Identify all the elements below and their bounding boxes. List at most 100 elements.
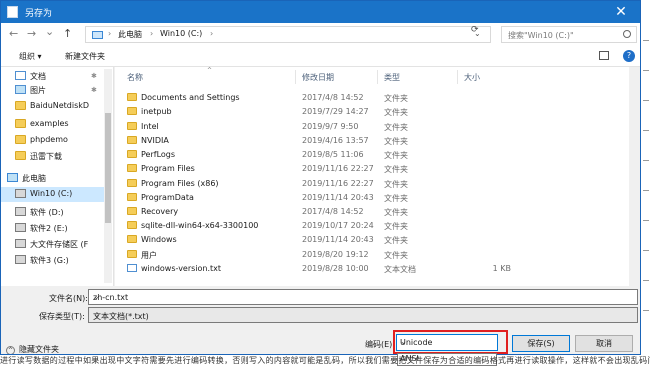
view-options-icon[interactable] <box>599 51 609 60</box>
new-folder-button[interactable]: 新建文件夹 <box>65 51 105 62</box>
background-document-edge <box>641 0 650 355</box>
search-icon <box>623 30 631 38</box>
file-date: 2017/4/8 14:52 <box>302 207 364 216</box>
file-date: 2019/8/5 11:06 <box>302 150 364 159</box>
cancel-button[interactable]: 取消 <box>575 335 633 352</box>
list-item[interactable]: Windows 2019/11/14 20:43 文件夹 <box>127 232 627 246</box>
file-type: 文件夹 <box>384 137 408 146</box>
list-item[interactable]: Documents and Settings 2017/4/8 14:52 文件夹 <box>127 90 627 104</box>
file-date: 2019/4/16 13:57 <box>302 136 369 145</box>
file-name: windows-version.txt <box>141 264 222 273</box>
search-input[interactable]: 搜索"Win10 (C:)" <box>501 26 637 43</box>
file-list: ^ 名称 修改日期 类型 大小 Documents and Settings 20… <box>115 67 629 286</box>
folder-icon <box>127 150 137 158</box>
list-item[interactable]: Recovery 2017/4/8 14:52 文件夹 <box>127 204 627 218</box>
sidebar-item-label: 文档 <box>30 72 46 81</box>
list-item[interactable]: PerfLogs 2019/8/5 11:06 文件夹 <box>127 147 627 161</box>
folder-icon <box>127 193 137 201</box>
file-name: PerfLogs <box>141 150 176 159</box>
close-button[interactable]: ✕ <box>602 1 640 23</box>
file-date: 2019/7/29 14:27 <box>302 107 369 116</box>
sidebar-item-label: 迅雷下载 <box>30 152 62 161</box>
sidebar-item-label: 软件2 (E:) <box>30 224 68 233</box>
navigation-pane: 文档 ✱ 图片 ✱ BaiduNetdiskD examples phpdemo… <box>1 67 114 286</box>
list-item[interactable]: Program Files 2019/11/16 22:27 文件夹 <box>127 161 627 175</box>
breadcrumb-separator-icon: › <box>150 29 154 38</box>
notepad-icon <box>7 6 18 18</box>
up-button[interactable]: ↑ <box>63 27 72 40</box>
forward-button[interactable]: → <box>27 27 36 40</box>
breadcrumb-separator-icon: › <box>210 29 214 38</box>
file-type: 文件夹 <box>384 108 408 117</box>
folder-icon <box>15 151 26 160</box>
file-type: 文件夹 <box>384 208 408 217</box>
folder-icon <box>127 250 137 258</box>
filename-input[interactable]: zh-cn.txt ⌄ <box>88 289 638 305</box>
address-bar[interactable]: › 此电脑 › Win10 (C:) › ⌄ <box>85 26 491 43</box>
file-date: 2019/9/7 9:50 <box>302 122 359 131</box>
back-button[interactable]: ← <box>9 27 18 40</box>
drive-icon <box>15 255 26 264</box>
file-name: Recovery <box>141 207 179 216</box>
file-name: Program Files (x86) <box>141 179 219 188</box>
save-button[interactable]: 保存(S) <box>512 335 570 352</box>
organize-button[interactable]: 组织 ▾ <box>19 51 42 62</box>
sidebar-scrollbar[interactable] <box>104 69 112 283</box>
picture-icon <box>15 85 26 94</box>
column-divider[interactable] <box>377 70 378 84</box>
filetype-select[interactable]: 文本文档(*.txt) ⌄ <box>88 307 638 323</box>
list-item[interactable]: Intel 2019/9/7 9:50 文件夹 <box>127 119 627 133</box>
chevron-down-icon[interactable]: ⌄ <box>93 292 633 301</box>
help-icon[interactable]: ? <box>623 50 635 62</box>
highlight-box <box>393 330 508 354</box>
chevron-down-icon[interactable]: ⌄ <box>93 310 633 319</box>
file-name: sqlite-dll-win64-x64-3300100 <box>141 221 259 230</box>
breadcrumb-this-pc[interactable]: 此电脑 <box>118 29 142 40</box>
file-type: 文件夹 <box>384 251 408 260</box>
file-type: 文件夹 <box>384 194 408 203</box>
drive-icon <box>15 239 26 248</box>
sidebar-item-label: 软件 (D:) <box>30 208 64 217</box>
column-header-type[interactable]: 类型 <box>384 72 400 83</box>
list-item[interactable]: Program Files (x86) 2019/11/16 22:27 文件夹 <box>127 176 627 190</box>
folder-icon <box>127 221 137 229</box>
breadcrumb-drive-c[interactable]: Win10 (C:) <box>160 29 202 38</box>
column-divider[interactable] <box>457 70 458 84</box>
title-bar[interactable]: 另存为 ✕ <box>1 1 640 23</box>
pin-icon: ✱ <box>91 86 97 94</box>
sidebar-scrollbar-thumb[interactable] <box>105 113 111 223</box>
sidebar-item-label: examples <box>30 119 69 128</box>
file-name: ProgramData <box>141 193 194 202</box>
column-header-name[interactable]: 名称 <box>127 72 143 83</box>
sidebar-item-label: 图片 <box>30 86 46 95</box>
file-list-scrollbar[interactable] <box>629 67 640 286</box>
address-row: ← → ⌄ ↑ › 此电脑 › Win10 (C:) › ⌄ ⟳ 搜索"Win1… <box>1 23 640 45</box>
encoding-label: 编码(E): <box>365 340 395 349</box>
list-item[interactable]: ProgramData 2019/11/14 20:43 文件夹 <box>127 190 627 204</box>
list-item[interactable]: sqlite-dll-win64-x64-3300100 2019/10/17 2… <box>127 218 627 232</box>
column-header-date[interactable]: 修改日期 <box>302 72 334 83</box>
folder-icon <box>127 207 137 215</box>
hide-folders-label: 隐藏文件夹 <box>19 345 59 354</box>
folder-icon <box>127 122 137 130</box>
list-item[interactable]: inetpub 2019/7/29 14:27 文件夹 <box>127 104 627 118</box>
file-name: Documents and Settings <box>141 93 240 102</box>
folder-icon <box>127 164 137 172</box>
list-item[interactable]: NVIDIA 2019/4/16 13:57 文件夹 <box>127 133 627 147</box>
computer-icon <box>92 31 103 39</box>
list-item[interactable]: windows-version.txt 2019/8/28 10:00 文本文档 1 … <box>127 261 627 275</box>
column-header-size[interactable]: 大小 <box>464 72 480 83</box>
hide-folders-button[interactable]: ^ 隐藏文件夹 <box>6 344 59 354</box>
drive-icon <box>15 189 26 198</box>
refresh-button[interactable]: ⟳ <box>471 25 479 35</box>
list-item[interactable]: 用户 2019/8/20 19:12 文件夹 <box>127 247 627 261</box>
column-divider[interactable] <box>295 70 296 84</box>
sidebar-item-win10-c[interactable]: Win10 (C:) <box>1 187 104 202</box>
recent-locations-button[interactable]: ⌄ <box>45 25 54 38</box>
file-date: 2019/10/17 20:24 <box>302 221 374 230</box>
document-icon <box>15 71 26 80</box>
file-date: 2019/11/16 22:27 <box>302 164 374 173</box>
file-name: 用户 <box>141 251 157 260</box>
sort-indicator-icon: ^ <box>207 67 213 74</box>
pin-icon: ✱ <box>91 72 97 80</box>
